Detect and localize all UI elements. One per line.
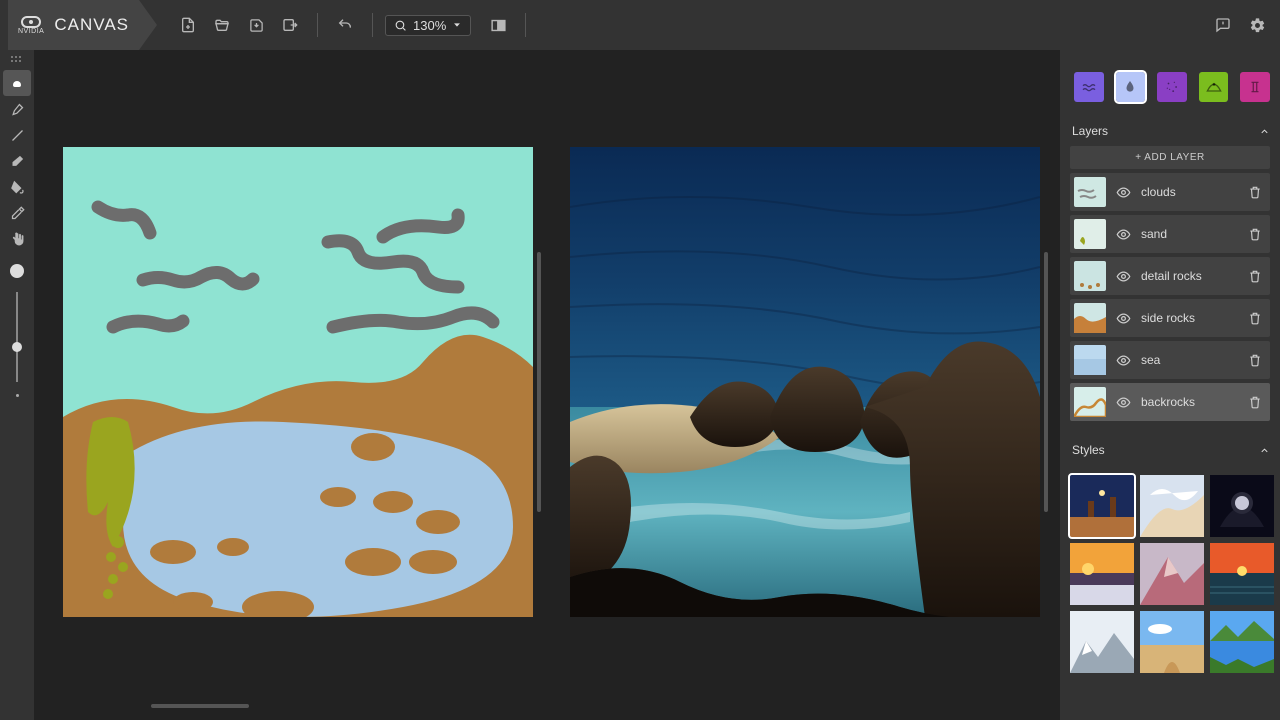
canvas-area [34, 50, 1060, 720]
visibility-toggle[interactable] [1116, 395, 1131, 410]
layer-row[interactable]: detail rocks [1070, 257, 1270, 295]
style-cloudpeak[interactable] [1140, 475, 1204, 537]
layer-thumb [1074, 345, 1106, 375]
right-panel: Layers + ADD LAYER clouds sand detail rock… [1060, 50, 1280, 720]
layer-thumb [1074, 387, 1106, 417]
brush-size-slider[interactable] [16, 292, 18, 382]
style-seasunset[interactable] [1210, 543, 1274, 605]
fill-tool[interactable] [3, 174, 31, 200]
render-pane[interactable] [561, 56, 1048, 708]
delete-layer-button[interactable] [1248, 395, 1262, 409]
layer-name: clouds [1141, 185, 1238, 199]
brush-tool[interactable] [3, 96, 31, 122]
brand: NVIDIA CANVAS [8, 0, 139, 50]
layer-name: detail rocks [1141, 269, 1238, 283]
line-tool[interactable] [3, 122, 31, 148]
styles-grid [1070, 475, 1270, 673]
save-button[interactable] [241, 10, 271, 40]
visibility-toggle[interactable] [1116, 353, 1131, 368]
zoom-value: 130% [413, 18, 446, 33]
chevron-up-icon [1259, 126, 1270, 137]
layer-thumb [1074, 219, 1106, 249]
layer-thumb [1074, 177, 1106, 207]
eraser-tool[interactable] [3, 148, 31, 174]
vertical-scrollbar[interactable] [1044, 252, 1048, 513]
material-swatches [1074, 72, 1270, 102]
style-cloudset[interactable] [1070, 543, 1134, 605]
delete-layer-button[interactable] [1248, 353, 1262, 367]
layer-name: sand [1141, 227, 1238, 241]
style-monument[interactable] [1070, 475, 1134, 537]
style-desertpath[interactable] [1140, 611, 1204, 673]
segmentation-pane[interactable] [54, 56, 541, 708]
brand-text: NVIDIA [18, 28, 44, 35]
layers-list: clouds sand detail rocks side rocks sea backr… [1070, 169, 1270, 421]
material-land[interactable] [1199, 72, 1229, 102]
settings-button[interactable] [1242, 10, 1272, 40]
style-lakemtn[interactable] [1210, 611, 1274, 673]
material-tool[interactable] [3, 70, 31, 96]
layer-row[interactable]: side rocks [1070, 299, 1270, 337]
chevron-down-icon [452, 20, 462, 30]
material-struct[interactable] [1240, 72, 1270, 102]
visibility-toggle[interactable] [1116, 185, 1131, 200]
brush-size-preview-icon [10, 264, 24, 278]
styles-header[interactable]: Styles [1070, 439, 1270, 465]
layer-name: backrocks [1141, 395, 1238, 409]
open-button[interactable] [207, 10, 237, 40]
layer-row[interactable]: backrocks [1070, 383, 1270, 421]
brush-size-handle[interactable] [12, 342, 22, 352]
segmentation-canvas[interactable] [63, 147, 533, 617]
zoom-control[interactable]: 130% [385, 15, 471, 36]
export-button[interactable] [275, 10, 305, 40]
search-icon [394, 19, 407, 32]
delete-layer-button[interactable] [1248, 311, 1262, 325]
style-nightarch[interactable] [1210, 475, 1274, 537]
undo-button[interactable] [330, 10, 360, 40]
visibility-toggle[interactable] [1116, 227, 1131, 242]
grip-icon [11, 56, 23, 64]
layers-header[interactable]: Layers [1070, 120, 1270, 146]
horizontal-scrollbar[interactable] [151, 704, 248, 708]
style-pinkpeak[interactable] [1140, 543, 1204, 605]
nvidia-logo-icon: NVIDIA [18, 16, 44, 35]
render-canvas [570, 147, 1040, 617]
add-layer-button[interactable]: + ADD LAYER [1070, 146, 1270, 169]
style-snowpeaks[interactable] [1070, 611, 1134, 673]
delete-layer-button[interactable] [1248, 227, 1262, 241]
top-bar: NVIDIA CANVAS 130% [0, 0, 1280, 50]
visibility-toggle[interactable] [1116, 311, 1131, 326]
material-stars[interactable] [1157, 72, 1187, 102]
layer-name: side rocks [1141, 311, 1238, 325]
styles-header-label: Styles [1072, 443, 1105, 457]
vertical-scrollbar[interactable] [537, 252, 541, 513]
eyedropper-tool[interactable] [3, 200, 31, 226]
layer-row[interactable]: clouds [1070, 173, 1270, 211]
visibility-toggle[interactable] [1116, 269, 1131, 284]
layer-row[interactable]: sand [1070, 215, 1270, 253]
tool-column [0, 50, 34, 720]
feedback-button[interactable] [1208, 10, 1238, 40]
pan-tool[interactable] [3, 226, 31, 252]
delete-layer-button[interactable] [1248, 269, 1262, 283]
material-sky[interactable] [1116, 72, 1146, 102]
layer-name: sea [1141, 353, 1238, 367]
chevron-up-icon [1259, 445, 1270, 456]
layer-thumb [1074, 261, 1106, 291]
delete-layer-button[interactable] [1248, 185, 1262, 199]
app-title: CANVAS [54, 15, 129, 35]
material-water[interactable] [1074, 72, 1104, 102]
layer-row[interactable]: sea [1070, 341, 1270, 379]
layer-thumb [1074, 303, 1106, 333]
layers-header-label: Layers [1072, 124, 1108, 138]
new-file-button[interactable] [173, 10, 203, 40]
brush-size-min-icon [16, 394, 19, 397]
compare-view-button[interactable] [483, 10, 513, 40]
